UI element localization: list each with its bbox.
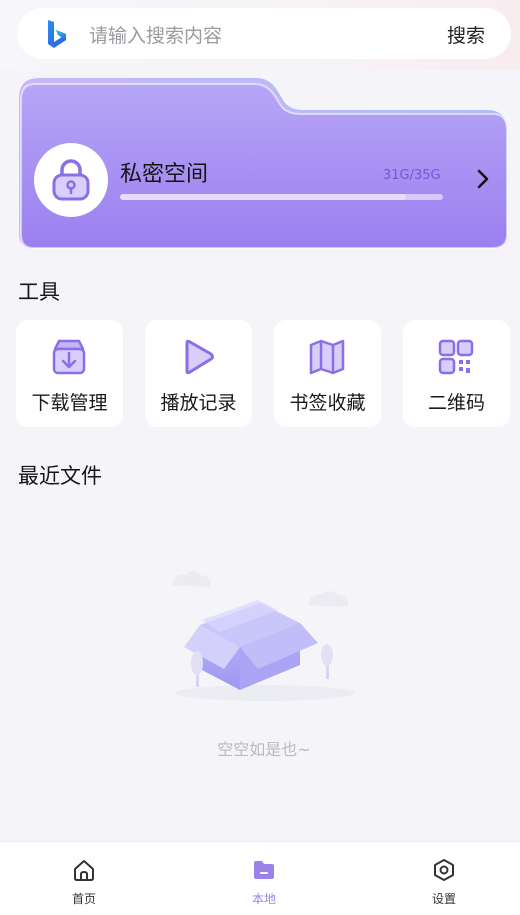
tool-label: 二维码 — [427, 392, 485, 414]
nav-item-local[interactable]: 本地 — [219, 842, 309, 915]
storage-progress-fill — [120, 194, 407, 200]
empty-state-text: 空空如是也~ — [217, 740, 311, 759]
nav-label: 设置 — [431, 892, 456, 906]
tool-download-manager[interactable]: 下载管理 — [16, 320, 123, 427]
lock-avatar — [34, 143, 108, 217]
settings-icon — [434, 859, 454, 881]
chevron-right-icon[interactable] — [475, 168, 491, 190]
tools-grid: 下载管理 播放记录 书签收藏 二维码 — [16, 320, 510, 427]
tool-qr-code[interactable]: 二维码 — [403, 320, 510, 427]
nav-item-settings[interactable]: 设置 — [399, 842, 489, 915]
private-space-card[interactable]: 私密空间 31G/35G — [17, 76, 511, 251]
private-space-title: 私密空间 — [120, 162, 209, 187]
search-bar[interactable]: 请输入搜索内容 搜索 — [17, 8, 511, 59]
search-input[interactable]: 请输入搜索内容 — [89, 21, 222, 48]
download-box-icon — [52, 339, 86, 375]
nav-label: 首页 — [71, 892, 96, 906]
play-icon — [185, 339, 214, 375]
folder-icon — [254, 861, 274, 879]
nav-item-home[interactable]: 首页 — [39, 842, 129, 915]
tool-play-history[interactable]: 播放记录 — [145, 320, 252, 427]
tool-bookmarks[interactable]: 书签收藏 — [274, 320, 381, 427]
lock-icon — [52, 159, 90, 201]
bottom-navigation: 首页 本地 设置 — [0, 841, 520, 915]
recent-files-title: 最近文件 — [18, 464, 102, 488]
tool-label: 播放记录 — [160, 392, 237, 414]
home-icon — [74, 860, 94, 881]
nav-label: 本地 — [251, 892, 276, 906]
storage-usage: 31G/35G — [383, 168, 441, 183]
tool-label: 下载管理 — [31, 392, 108, 414]
tool-label: 书签收藏 — [289, 392, 366, 414]
storage-progress-bar — [120, 194, 443, 200]
tools-title: 工具 — [18, 280, 60, 304]
map-bookmark-icon — [309, 339, 345, 375]
bing-logo-icon — [48, 20, 66, 48]
empty-box-illustration — [172, 571, 355, 701]
search-button[interactable]: 搜索 — [447, 21, 485, 48]
qr-code-icon — [438, 339, 474, 375]
